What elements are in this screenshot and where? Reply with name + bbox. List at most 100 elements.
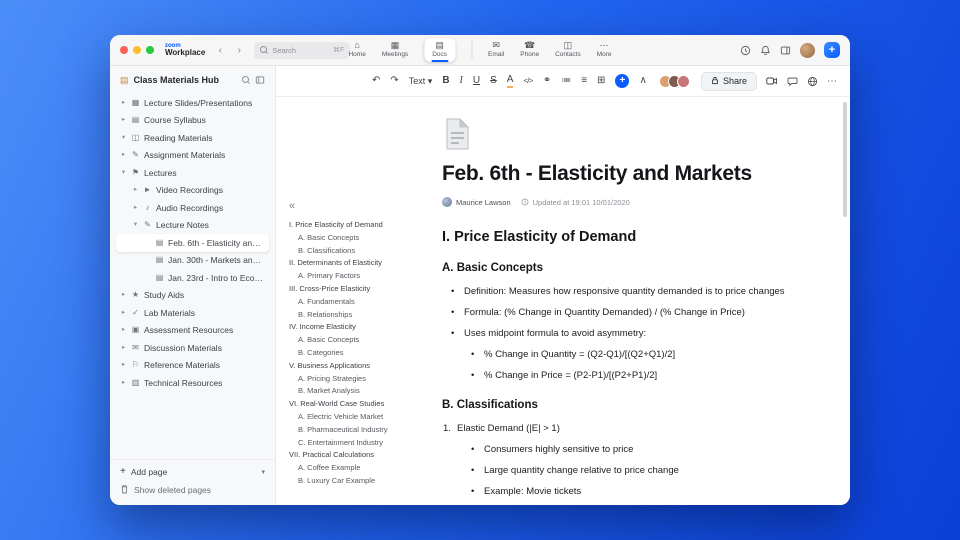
notifications-bell-icon[interactable] bbox=[760, 45, 771, 56]
tab-email[interactable]: ✉ Email bbox=[471, 41, 504, 59]
expand-chevron-icon[interactable]: ▸ bbox=[120, 344, 127, 352]
font-color-button[interactable]: A bbox=[506, 74, 514, 88]
table-button[interactable]: ⊞ bbox=[597, 76, 605, 86]
outline-item[interactable]: B. Pharmaceutical Industry bbox=[289, 424, 430, 437]
comments-icon[interactable] bbox=[787, 76, 798, 87]
outline-item[interactable]: V. Business Applications bbox=[289, 360, 430, 373]
tab-more[interactable]: ⋯ More bbox=[597, 41, 612, 59]
sidebar-collapse-icon[interactable] bbox=[255, 75, 265, 85]
outline-item[interactable]: VI. Real-World Case Studies bbox=[289, 398, 430, 411]
expand-chevron-icon[interactable]: ▸ bbox=[120, 309, 127, 317]
outline-item[interactable]: A. Coffee Example bbox=[289, 462, 430, 475]
close-window-button[interactable] bbox=[120, 46, 128, 54]
expand-chevron-icon[interactable]: ▸ bbox=[120, 361, 127, 369]
add-page-dropdown-icon[interactable]: ▾ bbox=[261, 468, 265, 476]
sidebar-item-reference-materials[interactable]: ▸ ⚐ Reference Materials bbox=[116, 357, 269, 375]
user-avatar[interactable] bbox=[800, 42, 815, 58]
back-button[interactable]: ‹ bbox=[213, 43, 227, 57]
outline-item[interactable]: A. Electric Vehicle Market bbox=[289, 411, 430, 424]
fullscreen-window-button[interactable] bbox=[146, 46, 154, 54]
outline-item[interactable]: B. Categories bbox=[289, 347, 430, 360]
expand-chevron-icon[interactable]: ▸ bbox=[120, 379, 127, 387]
forward-button[interactable]: › bbox=[232, 43, 246, 57]
expand-chevron-icon[interactable]: ▸ bbox=[132, 186, 139, 194]
collapse-toolbar-button[interactable]: ∧ bbox=[639, 76, 646, 86]
sidebar-item-assessment-resources[interactable]: ▸ ▣ Assessment Resources bbox=[116, 322, 269, 340]
outline-item[interactable]: C. Entertainment Industry bbox=[289, 437, 430, 450]
outline-item[interactable]: A. Fundamentals bbox=[289, 296, 430, 309]
strikethrough-button[interactable]: S bbox=[490, 76, 497, 86]
outline-collapse-icon[interactable]: « bbox=[289, 201, 430, 212]
sidebar-item-feb-6-elasticity[interactable]: ▤ Feb. 6th - Elasticity and M... bbox=[116, 234, 269, 252]
sidebar-item-discussion-materials[interactable]: ▸ ✉ Discussion Materials bbox=[116, 339, 269, 357]
sidebar-item-video-recordings[interactable]: ▸ ► Video Recordings bbox=[116, 182, 269, 200]
video-camera-icon[interactable] bbox=[766, 76, 778, 86]
outline-item[interactable]: A. Primary Factors bbox=[289, 270, 430, 283]
sidebar-item-audio-recordings[interactable]: ▸ ♪ Audio Recordings bbox=[116, 199, 269, 217]
panel-toggle-icon[interactable] bbox=[780, 45, 791, 56]
sidebar-item-lectures[interactable]: ▾ ⚑ Lectures bbox=[116, 164, 269, 182]
italic-button[interactable]: I bbox=[460, 76, 463, 86]
outline-item[interactable]: B. Relationships bbox=[289, 309, 430, 322]
outline-item[interactable]: B. Luxury Car Example bbox=[289, 475, 430, 488]
tab-home[interactable]: ⌂ Home bbox=[348, 41, 365, 59]
bullet-list-button[interactable]: ≔ bbox=[561, 76, 571, 86]
code-button[interactable]: </> bbox=[523, 77, 533, 85]
redo-button[interactable]: ↷ bbox=[390, 76, 398, 86]
collaborator-avatar[interactable] bbox=[676, 74, 690, 88]
expand-chevron-icon[interactable]: ▸ bbox=[120, 151, 127, 159]
outline-item[interactable]: A. Basic Concepts bbox=[289, 334, 430, 347]
tab-meetings[interactable]: ▦ Meetings bbox=[382, 41, 408, 59]
outline-item[interactable]: IV. Income Elasticity bbox=[289, 321, 430, 334]
outline-item[interactable]: II. Determinants of Elasticity bbox=[289, 257, 430, 270]
clock-icon[interactable] bbox=[740, 45, 751, 56]
sidebar-item-lecture-notes[interactable]: ▾ ✎ Lecture Notes bbox=[116, 217, 269, 235]
share-button[interactable]: Share bbox=[700, 71, 757, 91]
sidebar-item-course-syllabus[interactable]: ▸ ▤ Course Syllabus bbox=[116, 112, 269, 130]
sidebar-item-assignment-materials[interactable]: ▸ ✎ Assignment Materials bbox=[116, 147, 269, 165]
expand-chevron-icon[interactable]: ▾ bbox=[120, 169, 127, 177]
show-deleted-pages-button[interactable]: Show deleted pages bbox=[120, 484, 265, 496]
sidebar-item-study-aids[interactable]: ▸ ★ Study Aids bbox=[116, 287, 269, 305]
outline-item[interactable]: III. Cross-Price Elasticity bbox=[289, 283, 430, 296]
sidebar-item-reading-materials[interactable]: ▾ ◫ Reading Materials bbox=[116, 129, 269, 147]
expand-chevron-icon[interactable]: ▸ bbox=[120, 291, 127, 299]
expand-chevron-icon[interactable]: ▸ bbox=[132, 204, 139, 212]
undo-button[interactable]: ↶ bbox=[372, 76, 380, 86]
sidebar-search-icon[interactable] bbox=[242, 76, 250, 84]
sidebar-item-jan-30-markets[interactable]: ▤ Jan. 30th - Markets and P... bbox=[116, 252, 269, 270]
expand-chevron-icon[interactable]: ▾ bbox=[132, 221, 139, 229]
text-style-dropdown[interactable]: Text ▾ bbox=[409, 76, 433, 86]
outline-item[interactable]: B. Market Analysis bbox=[289, 385, 430, 398]
expand-chevron-icon[interactable]: ▸ bbox=[120, 116, 127, 124]
outline-item[interactable]: A. Basic Concepts bbox=[289, 232, 430, 245]
sidebar-item-lecture-slides[interactable]: ▸ ▦ Lecture Slides/Presentations bbox=[116, 94, 269, 112]
outline-item[interactable]: B. Classifications bbox=[289, 245, 430, 258]
add-page-button[interactable]: + Add page ▾ bbox=[120, 467, 265, 478]
tab-phone[interactable]: ☎ Phone bbox=[520, 41, 539, 59]
doc-content[interactable]: Feb. 6th - Elasticity and Markets Mauric… bbox=[434, 97, 850, 505]
tab-docs[interactable]: ▤ Docs bbox=[424, 37, 455, 63]
minimize-window-button[interactable] bbox=[133, 46, 141, 54]
sidebar-item-jan-23-intro[interactable]: ▤ Jan. 23rd - Intro to Econo... bbox=[116, 269, 269, 287]
outline-item[interactable]: I. Price Elasticity of Demand bbox=[289, 219, 430, 232]
doc-title[interactable]: Feb. 6th - Elasticity and Markets bbox=[442, 162, 806, 186]
expand-chevron-icon[interactable]: ▾ bbox=[120, 134, 127, 142]
outline-item[interactable]: VII. Practical Calculations bbox=[289, 449, 430, 462]
tab-contacts[interactable]: ◫ Contacts bbox=[555, 41, 581, 59]
outline-item[interactable]: A. Pricing Strategies bbox=[289, 373, 430, 386]
align-button[interactable]: ≡ bbox=[581, 76, 587, 86]
expand-chevron-icon[interactable]: ▸ bbox=[120, 326, 127, 334]
ai-companion-button[interactable]: + bbox=[824, 42, 840, 58]
scrollbar-thumb[interactable] bbox=[843, 102, 847, 217]
underline-button[interactable]: U bbox=[473, 76, 480, 86]
globe-language-icon[interactable] bbox=[807, 76, 818, 87]
sidebar-item-lab-materials[interactable]: ▸ ✓ Lab Materials bbox=[116, 304, 269, 322]
expand-chevron-icon[interactable]: ▸ bbox=[120, 99, 127, 107]
bold-button[interactable]: B bbox=[442, 76, 449, 86]
sidebar-item-technical-resources[interactable]: ▸ ▥ Technical Resources bbox=[116, 374, 269, 392]
more-options-icon[interactable]: ⋯ bbox=[827, 76, 837, 87]
global-search-input[interactable]: Search ⌘F bbox=[254, 41, 351, 59]
link-button[interactable]: ⚭ bbox=[543, 76, 551, 86]
insert-button[interactable]: + bbox=[615, 74, 630, 88]
